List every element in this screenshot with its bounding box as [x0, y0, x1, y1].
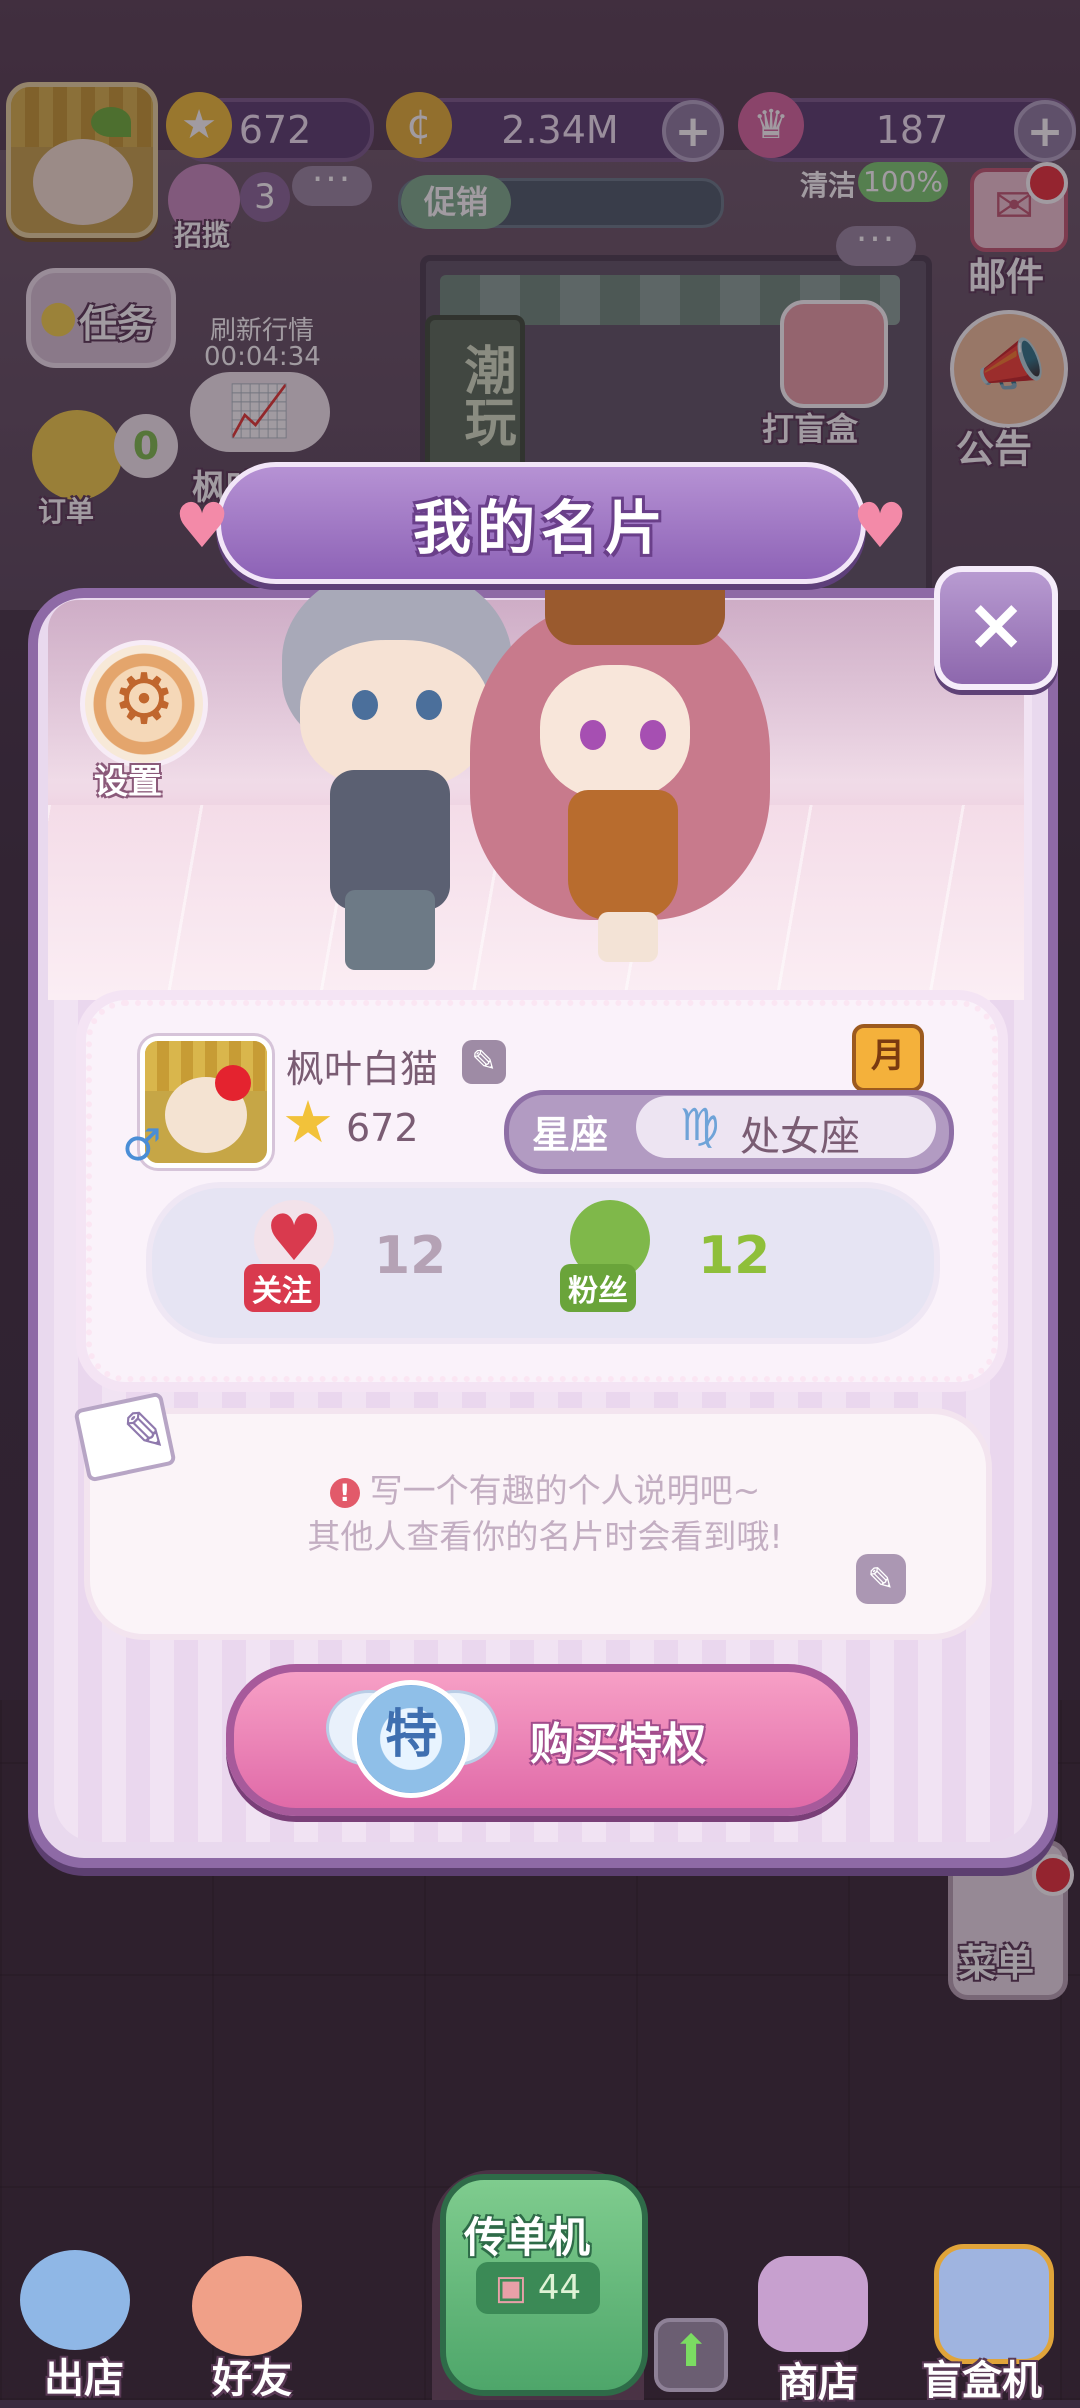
profile-username: 枫叶白猫 [286, 1047, 439, 1091]
store-label: 商店 [778, 2360, 858, 2406]
bio-line-1: 写一个有趣的个人说明吧~ [369, 1471, 761, 1510]
warning-icon: ! [329, 1477, 360, 1508]
fans-label: 粉丝 [560, 1264, 636, 1312]
heart-icon-right: ♥ [852, 489, 908, 562]
edit-name-icon[interactable]: ✎ [462, 1040, 506, 1084]
flyer-machine-label: 传单机 [464, 2213, 591, 2262]
modal-title-banner: ♥ 我的名片 ♥ [174, 462, 908, 584]
friends-label: 好友 [212, 2356, 292, 2402]
zodiac-value: 处女座 [740, 1114, 860, 1160]
buy-privilege-label: 购买特权 [530, 1719, 706, 1770]
edit-bio-icon[interactable]: ✎ [856, 1554, 906, 1604]
fans-count: 12 [698, 1226, 771, 1286]
following-count: 12 [374, 1226, 447, 1286]
pen-icon: ✎ [122, 1400, 168, 1463]
level-star-icon: ★ [282, 1088, 334, 1156]
friends-button[interactable]: 好友 [186, 2256, 316, 2402]
gear-icon: ⚙ [112, 658, 176, 740]
store-button[interactable]: 商店 [748, 2256, 878, 2406]
male-gender-icon: ♂ [122, 1120, 162, 1171]
close-button[interactable]: × [934, 566, 1058, 690]
flyer-icon: ▣ [494, 2268, 528, 2308]
out-store-button[interactable]: 出店 [14, 2250, 144, 2402]
heart-icon-left: ♥ [174, 489, 230, 562]
modal-title: 我的名片 [412, 494, 669, 562]
out-store-label: 出店 [44, 2356, 124, 2402]
profile-level: 672 [346, 1106, 419, 1150]
flyer-count: 44 [537, 2268, 582, 2308]
settings-button[interactable]: ⚙ [80, 640, 208, 768]
flyer-count-badge: ▣ 44 [476, 2262, 600, 2314]
privilege-badge-icon: 特 [352, 1680, 470, 1798]
up-arrow-button[interactable]: ⬆ [654, 2318, 728, 2392]
month-card-badge[interactable]: 月 [852, 1024, 924, 1092]
zodiac-label: 星座 [532, 1113, 609, 1157]
blindbox-machine-label: 盲盒机 [922, 2358, 1042, 2404]
settings-label: 设置 [94, 762, 162, 802]
bio-line-2: 其他人查看你的名片时会看到哦! [307, 1517, 783, 1556]
bio-placeholder: ! 写一个有趣的个人说明吧~ 其他人查看你的名片时会看到哦! [220, 1468, 870, 1560]
blindbox-machine-button[interactable]: 盲盒机 [914, 2244, 1064, 2404]
virgo-icon: ♍ [680, 1100, 720, 1151]
following-label: 关注 [244, 1264, 320, 1312]
